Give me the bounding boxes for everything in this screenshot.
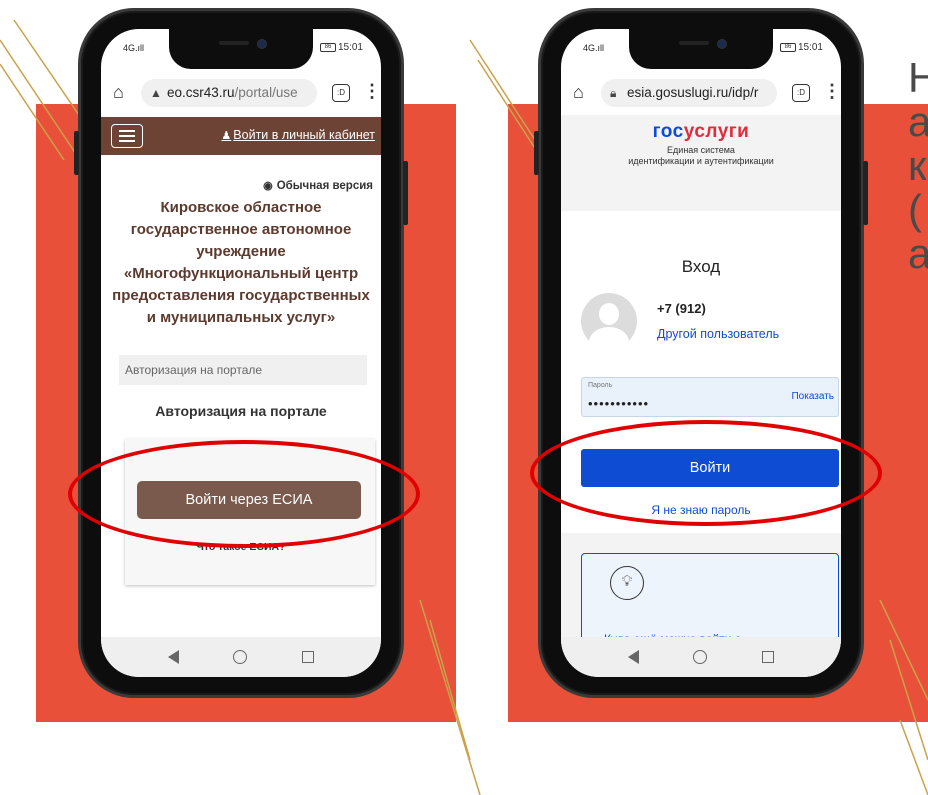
login-heading: Вход xyxy=(681,257,721,276)
login-via-esia-button[interactable]: Войти через ЕСИА xyxy=(137,481,361,519)
tabs-counter-icon[interactable]: :D xyxy=(332,84,350,102)
lock-icon: 🔒︎ xyxy=(610,86,617,100)
user-phone: +7 (912) xyxy=(657,301,706,316)
home-icon[interactable]: ⌂ xyxy=(113,82,124,102)
left-phone-screen: 4G.ıll 86 15:01 ⌂ ▲ eo.csr43.ru/portal/us… xyxy=(101,29,381,677)
status-time: 86 15:01 xyxy=(319,42,363,53)
login-button[interactable]: Войти xyxy=(581,449,839,487)
right-phone-frame: 4G.ıll 86 15:01 ⌂ 🔒︎ esia.gosuslugi.ru/id… xyxy=(534,8,868,698)
lightbulb-icon: 💡︎ xyxy=(610,566,644,600)
gosuslugi-logo: госуслуги xyxy=(652,121,750,142)
show-password-link[interactable]: Показать xyxy=(791,391,834,402)
right-phone-screen: 4G.ıll 86 15:01 ⌂ 🔒︎ esia.gosuslugi.ru/id… xyxy=(561,29,841,677)
back-icon[interactable] xyxy=(168,650,180,664)
home-icon[interactable]: ⌂ xyxy=(573,82,584,102)
url-domain: eo.csr43.ru xyxy=(167,85,235,100)
volume-button xyxy=(74,131,79,175)
signal-icon: 4G.ıll xyxy=(583,43,605,53)
volume-button xyxy=(534,131,539,175)
tabs-counter-icon[interactable]: :D xyxy=(792,84,810,102)
notch xyxy=(629,29,773,69)
url-path: /portal/use xyxy=(234,85,298,100)
back-icon[interactable] xyxy=(628,650,640,664)
android-nav-bar xyxy=(101,637,381,677)
battery-icon: 86 xyxy=(779,42,796,52)
password-value: ••••••••••• xyxy=(588,396,650,411)
logo-subtitle: Единая система идентификации и аутентифи… xyxy=(628,145,774,166)
forgot-password-link[interactable]: Я не знаю пароль xyxy=(561,503,841,517)
url-text: esia.gosuslugi.ru/idp/r xyxy=(627,85,759,100)
home-circle-icon[interactable] xyxy=(693,650,708,664)
person-icon: ♟ xyxy=(221,130,232,142)
password-label: Пароль xyxy=(588,382,613,389)
breadcrumb: Авторизация на портале xyxy=(119,355,367,385)
site-header: ♟ Войти в личный кабинет xyxy=(101,117,381,155)
password-field[interactable]: Пароль ••••••••••• Показать xyxy=(581,377,839,417)
address-bar[interactable]: 🔒︎ esia.gosuslugi.ru/idp/r xyxy=(601,79,777,107)
normal-version-link[interactable]: ◉ Обычная версия xyxy=(263,179,373,192)
browser-toolbar: ⌂ ▲ eo.csr43.ru/portal/use :D ⋮ xyxy=(101,73,381,113)
notch xyxy=(169,29,313,69)
android-nav-bar xyxy=(561,637,841,677)
power-button xyxy=(863,161,868,225)
eye-icon: ◉ xyxy=(263,180,273,192)
avatar xyxy=(581,293,637,349)
power-button xyxy=(403,161,408,225)
other-user-link[interactable]: Другой пользователь xyxy=(657,327,779,341)
warning-icon: ▲ xyxy=(150,86,162,100)
side-text: На к(а xyxy=(908,54,928,277)
hamburger-icon[interactable] xyxy=(111,124,143,148)
what-is-esia-link[interactable]: Что такое ЕСИА? xyxy=(101,541,381,553)
more-menu-icon[interactable]: ⋮ xyxy=(363,80,381,102)
recent-apps-icon[interactable] xyxy=(761,651,774,663)
status-time: 86 15:01 xyxy=(779,42,823,53)
recent-apps-icon[interactable] xyxy=(301,651,314,663)
battery-icon: 86 xyxy=(319,42,336,52)
auth-heading: Авторизация на портале xyxy=(155,403,327,419)
login-cabinet-link[interactable]: ♟ Войти в личный кабинет xyxy=(221,128,375,142)
address-bar[interactable]: ▲ eo.csr43.ru/portal/use xyxy=(141,79,317,107)
more-menu-icon[interactable]: ⋮ xyxy=(823,80,841,102)
signal-icon: 4G.ıll xyxy=(123,43,145,53)
slide-canvas: 4G.ıll 86 15:01 ⌂ ▲ eo.csr43.ru/portal/us… xyxy=(0,0,928,795)
left-phone-frame: 4G.ıll 86 15:01 ⌂ ▲ eo.csr43.ru/portal/us… xyxy=(74,8,408,698)
home-circle-icon[interactable] xyxy=(233,650,248,664)
camera-icon xyxy=(257,39,267,49)
page-title: Кировское областное государственное авто… xyxy=(112,199,370,326)
browser-toolbar: ⌂ 🔒︎ esia.gosuslugi.ru/idp/r :D ⋮ xyxy=(561,73,841,113)
camera-icon xyxy=(717,39,727,49)
